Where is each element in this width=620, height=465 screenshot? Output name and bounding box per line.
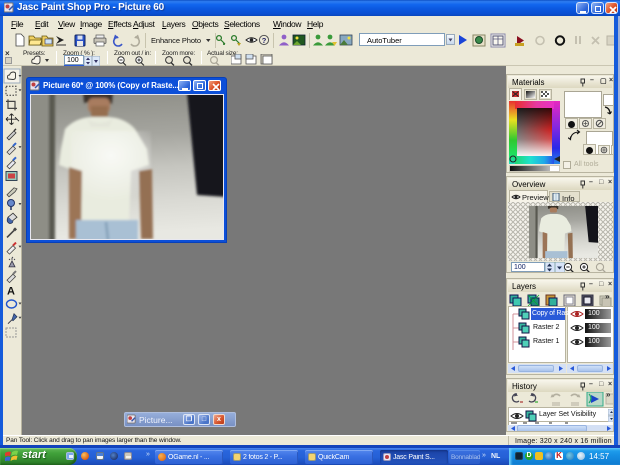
svg-text:A: A	[7, 285, 15, 297]
svg-text:Enhance Photo: Enhance Photo	[151, 36, 201, 45]
svg-text:?: ?	[262, 36, 267, 45]
